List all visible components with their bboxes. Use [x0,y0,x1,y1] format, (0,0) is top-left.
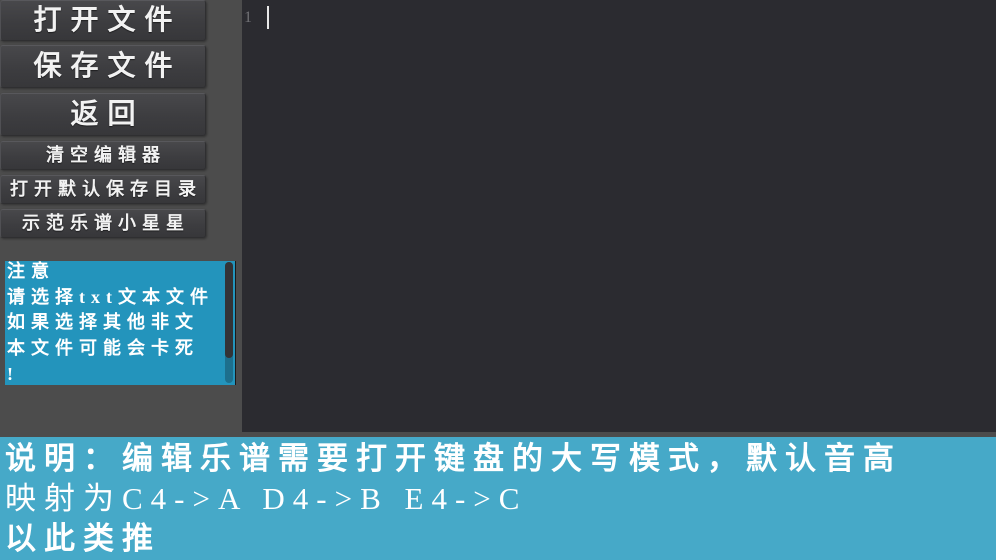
info-line: 以此类推 [5,521,161,556]
info-line: 映射为C4->A D4->B E4->C [5,481,528,516]
notice-line: 如果选择其他非文 [7,312,199,333]
notice-line: ! [7,363,19,384]
demo-score-button[interactable]: 示范乐谱小星星 [0,209,206,238]
notice-line: 本文件可能会卡死 [7,338,199,359]
open-default-save-dir-button[interactable]: 打开默认保存目录 [0,175,206,204]
notice-line: 请选择txt文本文件 [7,286,214,307]
notice-box: 注意 请选择txt文本文件 如果选择其他非文 本文件可能会卡死 ! [5,261,236,385]
line-number: 1 [244,9,252,26]
app-window: 打开文件 保存文件 返回 清空编辑器 打开默认保存目录 示范乐谱小星星 注意 请… [0,0,996,560]
line-number-gutter: 1 [242,0,262,432]
info-line: 说明：编辑乐谱需要打开键盘的大写模式，默认音高 [5,441,902,476]
notice-text: 注意 请选择txt文本文件 如果选择其他非文 本文件可能会卡死 ! [7,261,225,385]
back-button[interactable]: 返回 [0,93,206,136]
save-file-button[interactable]: 保存文件 [0,45,206,88]
clear-editor-button[interactable]: 清空编辑器 [0,141,206,170]
info-panel: 说明：编辑乐谱需要打开键盘的大写模式，默认音高 映射为C4->A D4->B E… [0,437,996,560]
open-file-button[interactable]: 打开文件 [0,0,206,41]
notice-scrollbar-thumb[interactable] [225,262,233,358]
text-caret [267,6,269,29]
notice-title: 注意 [7,261,55,281]
score-editor[interactable]: 1 [242,0,996,432]
editor-text-area[interactable] [267,6,990,29]
notice-scrollbar[interactable] [225,262,233,383]
